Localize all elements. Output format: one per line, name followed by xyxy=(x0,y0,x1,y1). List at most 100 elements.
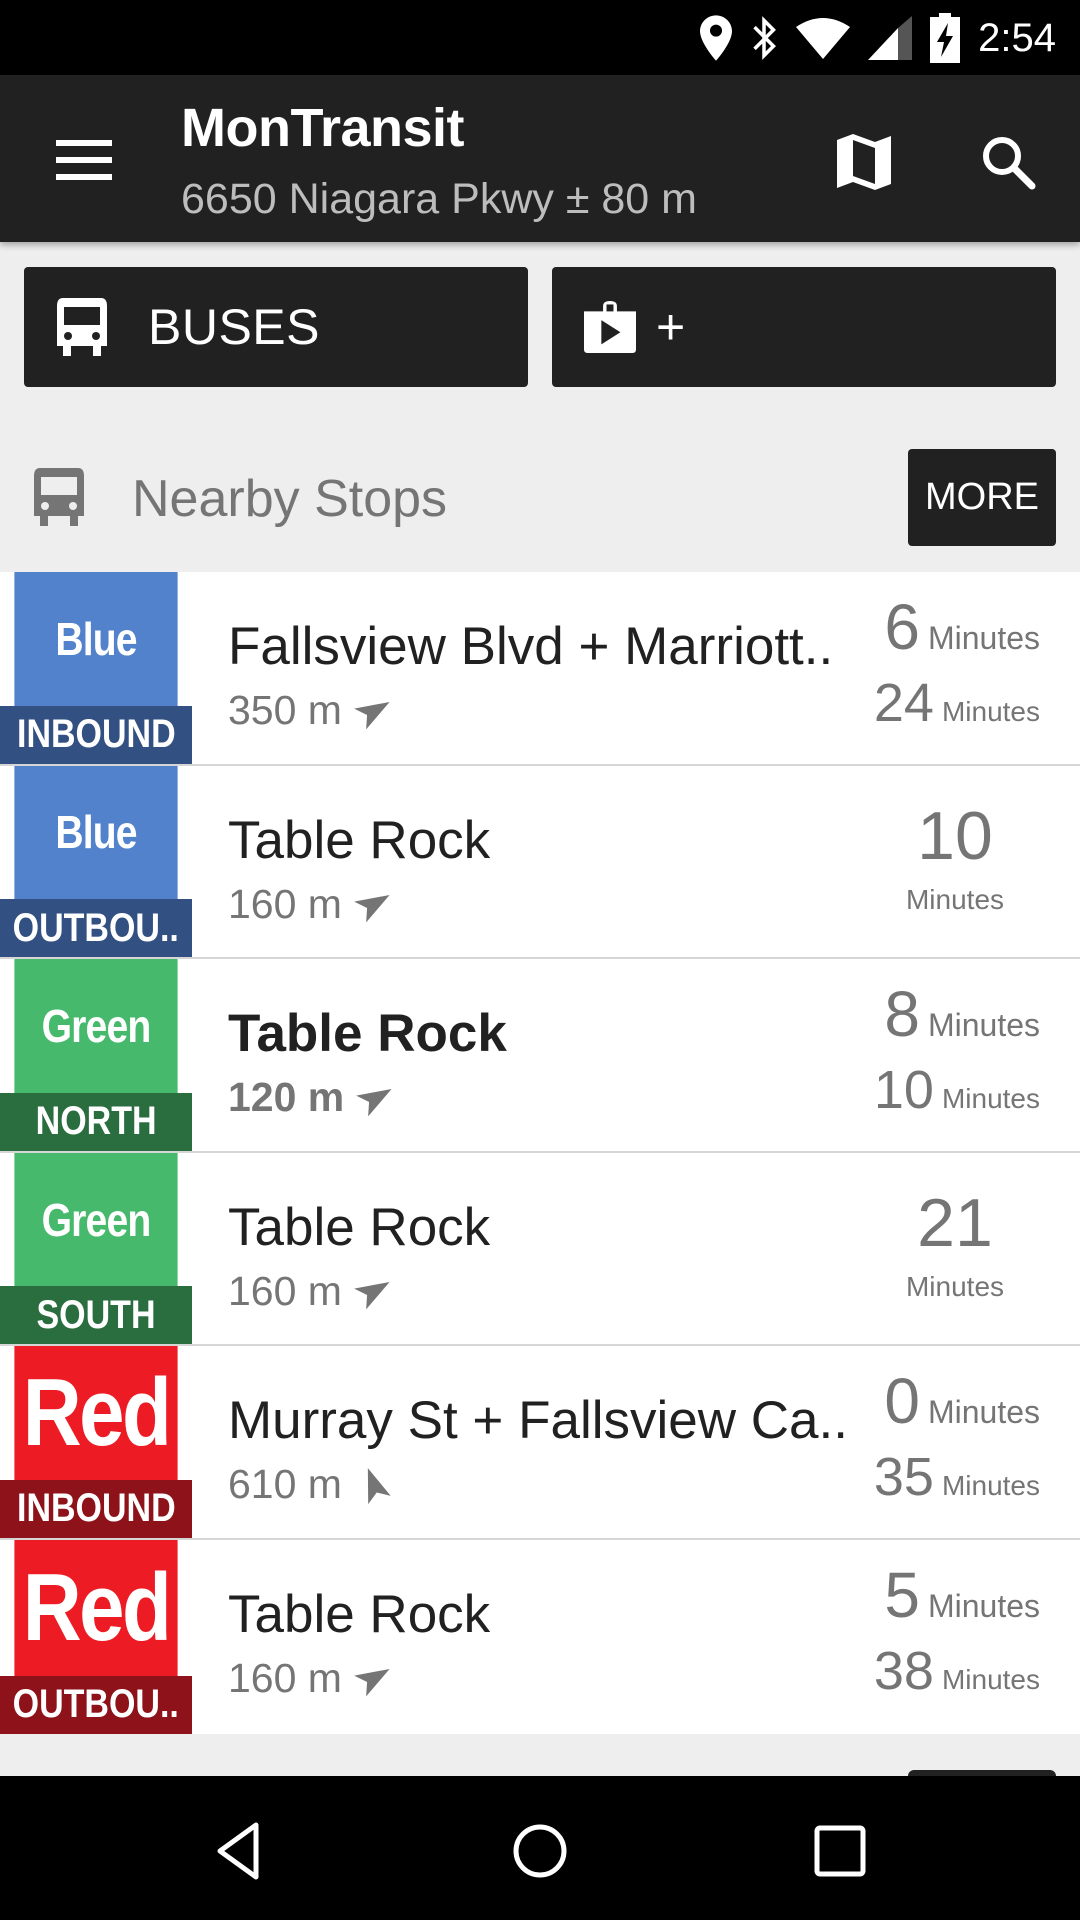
search-button[interactable] xyxy=(966,120,1050,204)
compass-arrow-icon xyxy=(354,701,390,729)
arrival-minutes: 5 xyxy=(884,1558,920,1631)
arrival-minutes: 8 xyxy=(884,978,920,1051)
route-name: Red xyxy=(22,1553,172,1661)
location-subtitle: 6650 Niagara Pkwy ± 80 m xyxy=(181,175,697,223)
stop-distance: 160 m xyxy=(228,881,394,928)
arrival-minutes: 35 xyxy=(873,1447,934,1508)
arrival-minutes: 21 xyxy=(917,1184,993,1261)
arrival-time: 21 Minutes xyxy=(900,1189,1010,1303)
bus-icon xyxy=(34,467,84,527)
stop-row[interactable]: Red INBOUND Murray St + Fallsview Ca.. 610 … xyxy=(0,1346,1080,1540)
arrival-minutes: 10 xyxy=(873,1060,934,1121)
route-direction: OUTBOU.. xyxy=(12,1682,180,1727)
route-direction: INBOUND xyxy=(16,1486,176,1531)
route-badge: Green SOUTH xyxy=(0,1152,192,1345)
route-direction: NORTH xyxy=(35,1099,157,1144)
menu-button[interactable] xyxy=(40,125,128,195)
stop-distance: 160 m xyxy=(228,1268,394,1315)
arrival-minutes: 24 xyxy=(873,673,934,733)
bus-icon xyxy=(56,298,108,356)
location-icon xyxy=(700,15,733,61)
navigation-bar xyxy=(0,1776,1080,1920)
stop-name: Table Rock xyxy=(228,1197,491,1257)
back-button[interactable] xyxy=(180,1806,300,1896)
stop-distance: 610 m xyxy=(228,1461,394,1508)
compass-arrow-icon xyxy=(356,1088,392,1117)
stop-name: Table Rock xyxy=(228,810,491,870)
arrival-time: 5 Minutes xyxy=(884,1558,1040,1632)
route-badge: Red INBOUND xyxy=(0,1346,192,1538)
compass-arrow-icon xyxy=(354,1282,390,1310)
recents-button[interactable] xyxy=(780,1806,900,1896)
route-name: Green xyxy=(41,999,152,1052)
route-name: Blue xyxy=(55,612,137,665)
arrival-unit: Minutes xyxy=(905,883,1005,915)
arrival-unit: Minutes xyxy=(927,620,1040,656)
buses-tile-label: BUSES xyxy=(148,299,321,355)
arrival-unit: Minutes xyxy=(941,1663,1040,1695)
arrival-unit: Minutes xyxy=(905,1270,1005,1302)
stop-distance: 350 m xyxy=(228,687,394,734)
more-button[interactable]: MORE xyxy=(908,449,1056,546)
hamburger-menu-icon xyxy=(56,140,112,180)
stop-row[interactable]: Blue INBOUND Fallsview Blvd + Marriott.. 35… xyxy=(0,572,1080,766)
route-badge: Blue OUTBOU.. xyxy=(0,765,192,958)
compass-arrow-icon xyxy=(367,1467,391,1505)
route-direction: INBOUND xyxy=(16,712,176,757)
search-icon xyxy=(983,137,1036,190)
route-badge: Blue INBOUND xyxy=(0,572,192,764)
arrival-unit: Minutes xyxy=(927,1007,1040,1044)
route-name: Red xyxy=(22,1359,172,1467)
arrival-minutes: 6 xyxy=(884,591,920,663)
arrival-unit: Minutes xyxy=(941,696,1040,727)
arrival-times: 6 Minutes 24 Minutes xyxy=(870,572,1040,764)
distance-text: 610 m xyxy=(228,1461,342,1508)
arrival-unit: Minutes xyxy=(927,1587,1040,1624)
arrival-time: 35 Minutes xyxy=(874,1446,1040,1508)
stop-name: Fallsview Blvd + Marriott.. xyxy=(228,617,834,676)
arrival-time: 38 Minutes xyxy=(874,1640,1040,1702)
arrival-times: 21 Minutes xyxy=(870,1153,1040,1345)
arrival-time: 6 Minutes xyxy=(884,590,1040,664)
arrival-unit: Minutes xyxy=(941,1470,1040,1502)
add-agency-label: + xyxy=(656,299,686,355)
route-direction: OUTBOU.. xyxy=(12,905,180,950)
recents-icon xyxy=(814,1825,866,1877)
distance-text: 160 m xyxy=(228,880,342,927)
route-badge: Red OUTBOU.. xyxy=(0,1539,192,1734)
arrival-time: 0 Minutes xyxy=(884,1364,1040,1438)
app-title: MonTransit xyxy=(181,98,465,158)
distance-text: 350 m xyxy=(228,687,342,733)
bluetooth-icon xyxy=(753,16,777,60)
distance-text: 160 m xyxy=(228,1267,342,1314)
arrival-time: 8 Minutes xyxy=(884,977,1040,1051)
compass-arrow-icon xyxy=(354,1669,390,1697)
stop-name: Table Rock xyxy=(228,1584,491,1644)
stop-name: Table Rock xyxy=(228,1004,507,1064)
arrival-minutes: 38 xyxy=(873,1640,934,1701)
status-bar: 2:54 xyxy=(0,0,1080,75)
route-badge: Green NORTH xyxy=(0,959,192,1151)
stop-row[interactable]: Blue OUTBOU.. Table Rock 160 m 10 Minutes xyxy=(0,765,1080,960)
arrival-time: 10 Minutes xyxy=(900,802,1010,916)
stop-row[interactable]: Green SOUTH Table Rock 160 m 21 Minutes xyxy=(0,1152,1080,1347)
arrival-times: 10 Minutes xyxy=(870,766,1040,958)
home-button[interactable] xyxy=(480,1806,600,1896)
arrival-minutes: 0 xyxy=(884,1365,920,1438)
cell-signal-icon xyxy=(868,16,913,60)
arrival-time: 10 Minutes xyxy=(874,1059,1040,1121)
stop-distance: 160 m xyxy=(228,1655,394,1702)
distance-text: 120 m xyxy=(228,1074,345,1121)
buses-tile-button[interactable]: BUSES xyxy=(24,267,528,387)
route-direction: SOUTH xyxy=(36,1292,156,1337)
battery-charging-icon xyxy=(930,13,961,63)
stop-name: Murray St + Fallsview Ca.. xyxy=(228,1391,848,1451)
arrival-times: 0 Minutes 35 Minutes xyxy=(870,1346,1040,1538)
distance-text: 160 m xyxy=(228,1654,342,1701)
play-store-icon xyxy=(584,298,636,356)
map-button[interactable] xyxy=(822,120,906,204)
add-agency-tile-button[interactable]: + xyxy=(552,267,1056,387)
stop-row[interactable]: Green NORTH Table Rock 120 m 8 Minutes 10 Minut… xyxy=(0,959,1080,1153)
stop-row[interactable]: Red OUTBOU.. Table Rock 160 m 5 Minutes 38 Minu… xyxy=(0,1539,1080,1734)
wifi-icon xyxy=(796,18,851,59)
